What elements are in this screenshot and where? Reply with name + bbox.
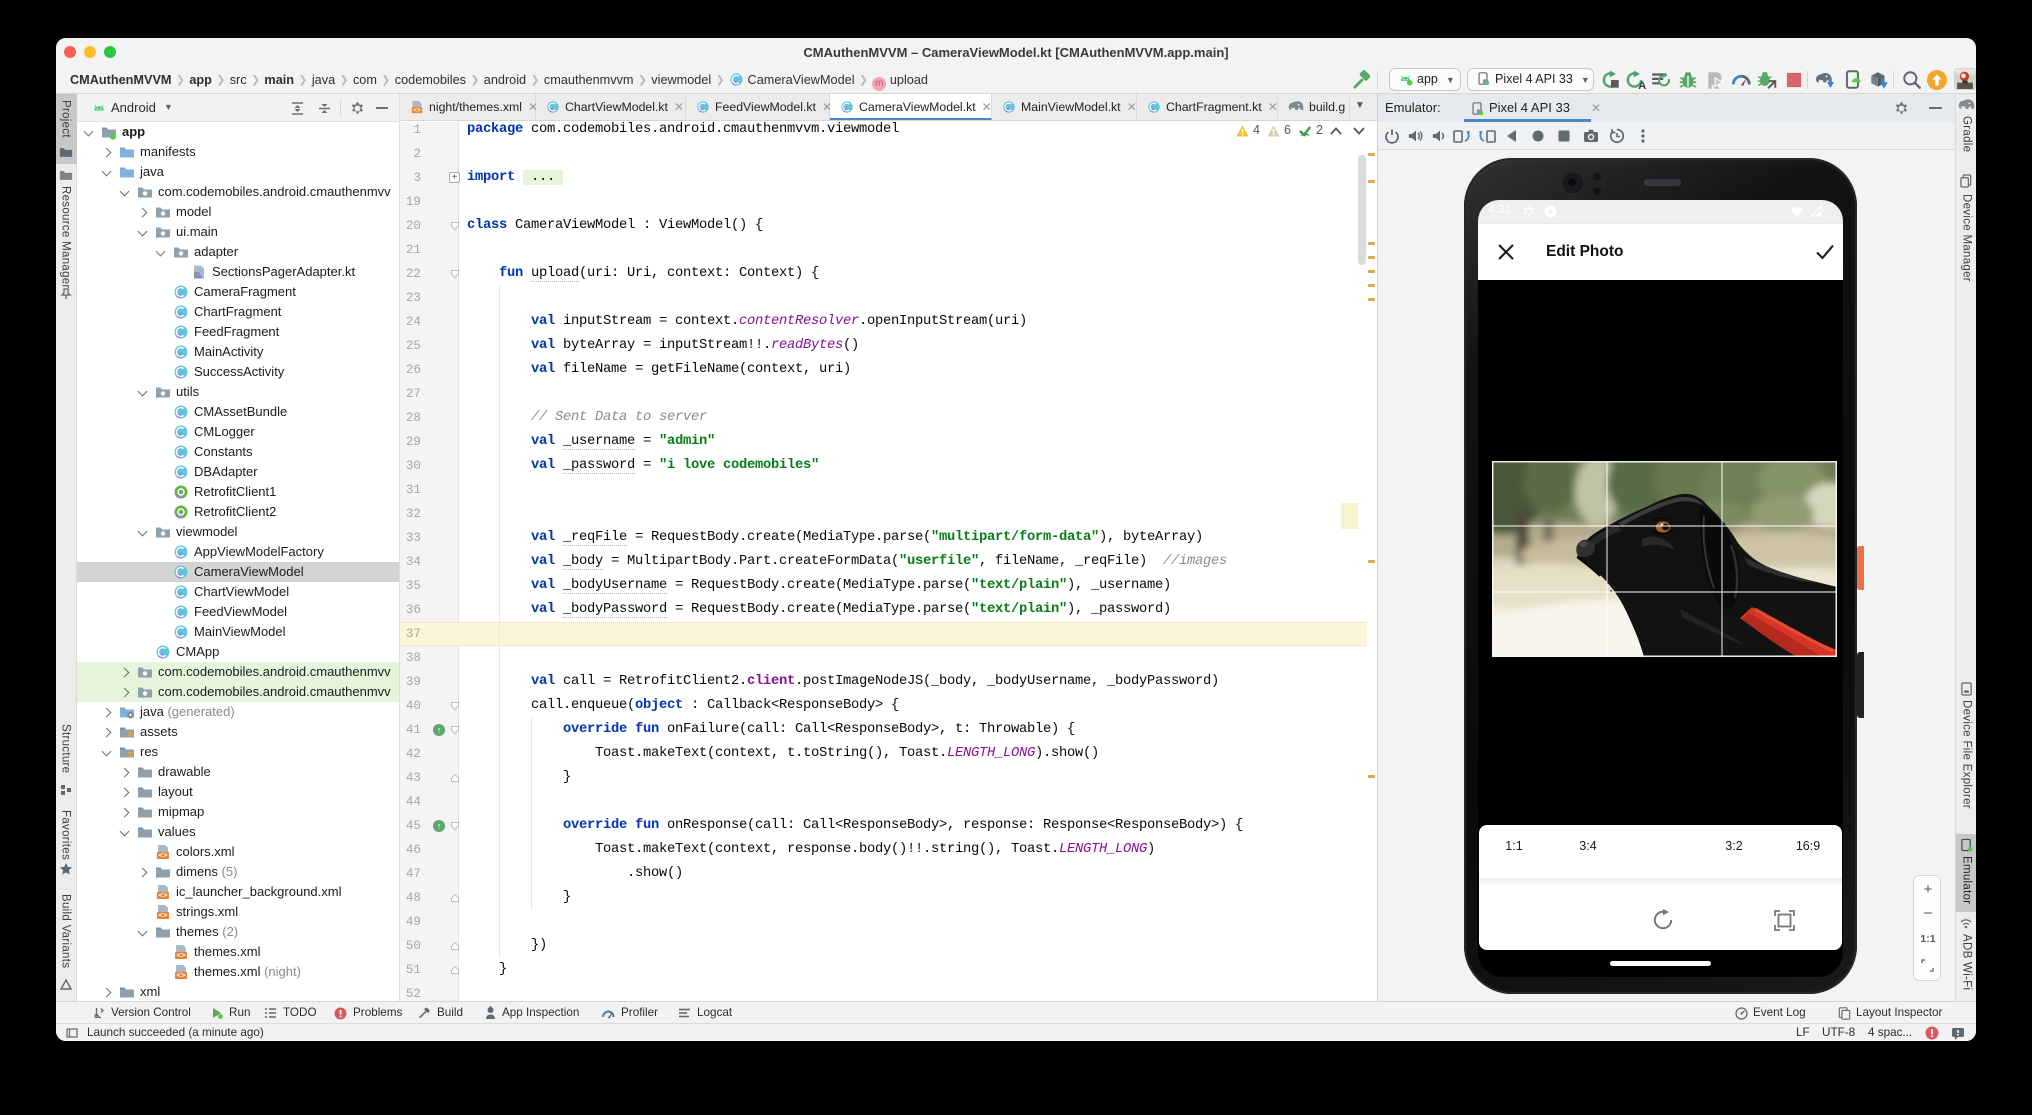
svg-text:A: A (1638, 80, 1646, 91)
